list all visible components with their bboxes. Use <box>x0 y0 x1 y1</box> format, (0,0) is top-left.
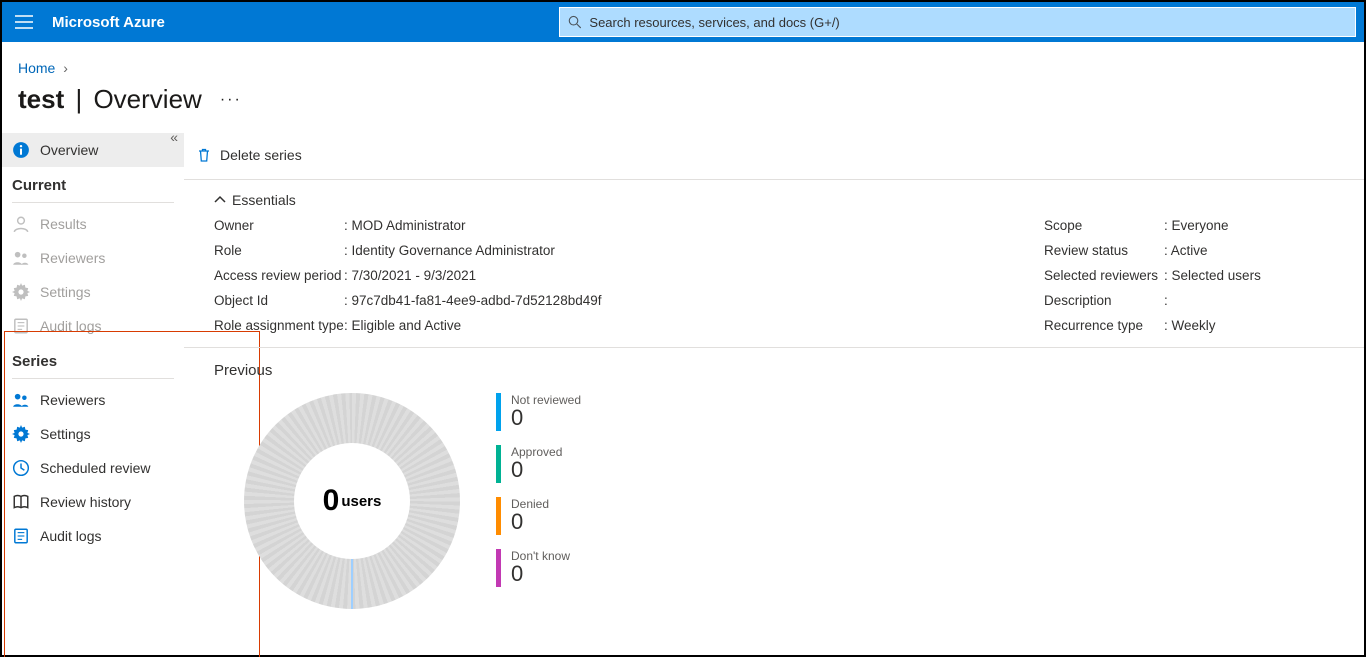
sidebar-item-overview[interactable]: Overview <box>2 133 184 167</box>
sidebar-item-label: Audit logs <box>40 528 101 544</box>
search-box[interactable] <box>559 7 1356 37</box>
period-value: 7/30/2021 - 9/3/2021 <box>344 268 864 283</box>
desc-label: Description <box>1044 293 1164 308</box>
breadcrumb-home[interactable]: Home <box>18 60 55 76</box>
breadcrumb: Home › <box>2 42 1364 82</box>
chevron-up-icon <box>214 194 226 206</box>
legend-denied: Denied0 <box>496 497 581 535</box>
period-label: Access review period <box>214 268 344 283</box>
content-pane: Delete series Essentials Owner Role Acce… <box>184 133 1364 655</box>
log-icon <box>12 317 30 335</box>
recur-label: Recurrence type <box>1044 318 1164 333</box>
search-icon <box>568 15 582 29</box>
role-label: Role <box>214 243 344 258</box>
delete-series-button[interactable]: Delete series <box>196 147 302 163</box>
sidebar-item-label: Scheduled review <box>40 460 151 476</box>
selrev-label: Selected reviewers <box>1044 268 1164 283</box>
more-icon[interactable]: ··· <box>220 91 242 109</box>
sidebar-item-history[interactable]: Review history <box>2 485 184 519</box>
sidebar-item-label: Reviewers <box>40 250 105 266</box>
sidebar-item-audit-series[interactable]: Audit logs <box>2 519 184 553</box>
info-icon <box>12 141 30 159</box>
clock-icon <box>12 459 30 477</box>
scope-label: Scope <box>1044 218 1164 233</box>
log-icon <box>12 527 30 545</box>
page-title: test | Overview ··· <box>2 82 1364 133</box>
sidebar-item-label: Results <box>40 216 87 232</box>
hamburger-menu-icon[interactable] <box>2 2 46 42</box>
color-swatch <box>496 445 501 483</box>
sidebar-item-label: Audit logs <box>40 318 101 334</box>
book-icon <box>12 493 30 511</box>
people-icon <box>12 249 30 267</box>
owner-label: Owner <box>214 218 344 233</box>
donut-chart: 0 users <box>244 393 460 609</box>
title-name: test <box>18 84 64 115</box>
donut-count: 0 <box>323 484 340 518</box>
legend-not-reviewed: Not reviewed0 <box>496 393 581 431</box>
assign-label: Role assignment type <box>214 318 344 333</box>
object-label: Object Id <box>214 293 344 308</box>
essentials-label: Essentials <box>232 192 296 208</box>
sidebar-item-results[interactable]: Results <box>2 207 184 241</box>
sidebar-group-current: Current <box>2 167 184 198</box>
status-label: Review status <box>1044 243 1164 258</box>
object-value: 97c7db41-fa81-4ee9-adbd-7d52128bd49f <box>344 293 864 308</box>
collapse-icon[interactable]: « <box>170 129 178 145</box>
gear-icon <box>12 283 30 301</box>
sidebar: « Overview Current Results Reviewers Set… <box>2 133 184 655</box>
search-container <box>559 2 1364 42</box>
color-swatch <box>496 393 501 431</box>
sidebar-item-label: Settings <box>40 284 91 300</box>
status-value: Active <box>1164 243 1364 258</box>
owner-value: MOD Administrator <box>344 218 864 233</box>
legend-approved: Approved0 <box>496 445 581 483</box>
sidebar-item-label: Overview <box>40 142 98 158</box>
trash-icon <box>196 147 212 163</box>
sidebar-item-label: Review history <box>40 494 131 510</box>
essentials-grid: Owner Role Access review period Object I… <box>184 218 1364 333</box>
person-icon <box>12 215 30 233</box>
search-input[interactable] <box>589 15 1347 30</box>
role-value: Identity Governance Administrator <box>344 243 864 258</box>
sidebar-item-label: Reviewers <box>40 392 105 408</box>
essentials-toggle[interactable]: Essentials <box>184 180 1364 218</box>
people-icon <box>12 391 30 409</box>
color-swatch <box>496 497 501 535</box>
chevron-right-icon: › <box>63 60 68 76</box>
top-bar: Microsoft Azure <box>2 2 1364 42</box>
gear-icon <box>12 425 30 443</box>
legend-dont-know: Don't know0 <box>496 549 581 587</box>
scope-value: Everyone <box>1164 218 1364 233</box>
assign-value: Eligible and Active <box>344 318 864 333</box>
sidebar-item-scheduled[interactable]: Scheduled review <box>2 451 184 485</box>
title-section: Overview <box>93 84 201 115</box>
donut-unit: users <box>341 493 381 510</box>
sidebar-group-series: Series <box>2 343 184 374</box>
sidebar-item-reviewers-series[interactable]: Reviewers <box>2 383 184 417</box>
sidebar-item-settings-series[interactable]: Settings <box>2 417 184 451</box>
brand-label: Microsoft Azure <box>52 14 165 31</box>
delete-series-label: Delete series <box>220 147 302 163</box>
desc-value <box>1164 293 1364 308</box>
color-swatch <box>496 549 501 587</box>
legend: Not reviewed0 Approved0 Denied0 Don't kn… <box>496 393 581 609</box>
sidebar-item-reviewers-current[interactable]: Reviewers <box>2 241 184 275</box>
sidebar-item-settings-current[interactable]: Settings <box>2 275 184 309</box>
sidebar-item-label: Settings <box>40 426 91 442</box>
previous-title: Previous <box>184 348 1364 387</box>
recur-value: Weekly <box>1164 318 1364 333</box>
selrev-value: Selected users <box>1164 268 1364 283</box>
toolbar: Delete series <box>184 137 1364 173</box>
sidebar-item-audit-current[interactable]: Audit logs <box>2 309 184 343</box>
